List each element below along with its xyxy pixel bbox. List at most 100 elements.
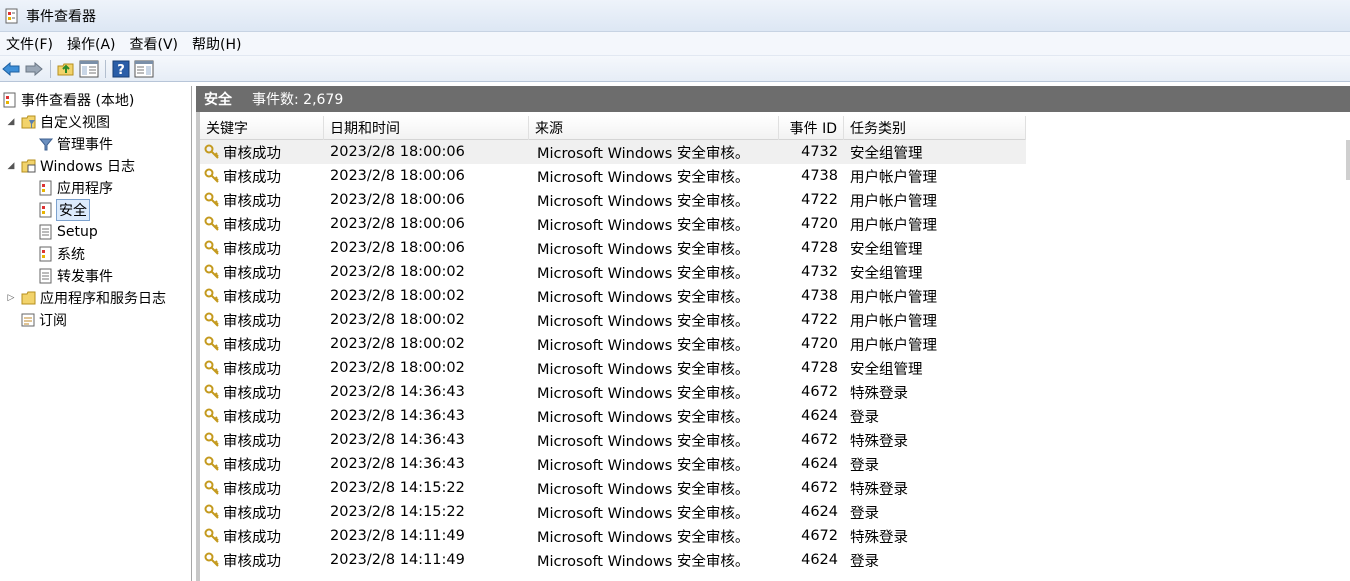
cell-datetime: 2023/2/8 18:00:06 bbox=[330, 216, 465, 232]
tree-item-security[interactable]: 安全 bbox=[38, 199, 90, 221]
tree-item-windows-logs[interactable]: ◢ Windows 日志 bbox=[6, 155, 135, 177]
table-row[interactable]: 审核成功 2023/2/8 14:36:43 Microsoft Windows 安… bbox=[200, 428, 1026, 452]
table-row[interactable]: 审核成功 2023/2/8 18:00:02 Microsoft Windows 安… bbox=[200, 308, 1026, 332]
key-icon bbox=[204, 360, 219, 375]
table-row[interactable]: 审核成功 2023/2/8 14:11:49 Microsoft Windows 安… bbox=[200, 524, 1026, 548]
collapsed-arrow-icon[interactable]: ▷ bbox=[6, 293, 16, 303]
table-row[interactable]: 审核成功 2023/2/8 18:00:06 Microsoft Windows 安… bbox=[200, 140, 1026, 164]
cell-task-category: 用户帐户管理 bbox=[850, 169, 937, 186]
menu-action[interactable]: 操作(A) bbox=[61, 34, 124, 54]
main-pane: 安全 事件数: 2,679 关键字 日期和时间 来源 事件 ID 任务类别 审核… bbox=[196, 86, 1350, 581]
table-row[interactable]: 审核成功 2023/2/8 18:00:06 Microsoft Windows 安… bbox=[200, 236, 1026, 260]
cell-datetime: 2023/2/8 18:00:06 bbox=[330, 144, 465, 160]
tree-item-label: 订阅 bbox=[39, 313, 67, 329]
cell-keywords: 审核成功 bbox=[200, 188, 324, 212]
table-row[interactable]: 审核成功 2023/2/8 18:00:06 Microsoft Windows 安… bbox=[200, 212, 1026, 236]
forward-button[interactable] bbox=[23, 58, 45, 80]
keyword-text: 审核成功 bbox=[223, 265, 281, 282]
cell-event-id: 4722 bbox=[801, 192, 838, 208]
event-count: 事件数: 2,679 bbox=[252, 92, 344, 108]
cell-datetime: 2023/2/8 18:00:02 bbox=[330, 360, 465, 376]
tree-item-root[interactable]: 事件查看器 (本地) bbox=[2, 89, 134, 111]
scrollbar[interactable] bbox=[1346, 140, 1350, 180]
table-row[interactable]: 审核成功 2023/2/8 14:36:43 Microsoft Windows 安… bbox=[200, 380, 1026, 404]
tree-item-application[interactable]: 应用程序 bbox=[38, 177, 113, 199]
tree-item-label: 自定义视图 bbox=[40, 115, 110, 131]
tree-item-forwarded-events[interactable]: 转发事件 bbox=[38, 265, 113, 287]
show-hide-tree-icon bbox=[79, 60, 99, 77]
cell-keywords: 审核成功 bbox=[200, 404, 324, 428]
cell-keywords: 审核成功 bbox=[200, 428, 324, 452]
cell-source: Microsoft Windows 安全审核。 bbox=[537, 385, 750, 402]
key-icon bbox=[204, 456, 219, 471]
table-row[interactable]: 审核成功 2023/2/8 14:36:43 Microsoft Windows 安… bbox=[200, 404, 1026, 428]
column-header-keywords[interactable]: 关键字 bbox=[200, 115, 324, 140]
keyword-text: 审核成功 bbox=[223, 361, 281, 378]
table-row[interactable]: 审核成功 2023/2/8 18:00:02 Microsoft Windows 安… bbox=[200, 356, 1026, 380]
table-row[interactable]: 审核成功 2023/2/8 14:15:22 Microsoft Windows 安… bbox=[200, 476, 1026, 500]
menu-help[interactable]: 帮助(H) bbox=[186, 34, 249, 54]
toolbar: ? bbox=[0, 56, 1350, 82]
cell-task-category: 登录 bbox=[850, 457, 879, 474]
column-header-datetime[interactable]: 日期和时间 bbox=[324, 115, 529, 140]
cell-datetime: 2023/2/8 18:00:02 bbox=[330, 264, 465, 280]
column-header-task-category[interactable]: 任务类别 bbox=[844, 115, 1026, 140]
cell-source: Microsoft Windows 安全审核。 bbox=[537, 241, 750, 258]
cell-keywords: 审核成功 bbox=[200, 476, 324, 500]
cell-task-category: 特殊登录 bbox=[850, 433, 908, 450]
show-hide-action-pane-button[interactable] bbox=[133, 58, 155, 80]
cell-datetime: 2023/2/8 14:15:22 bbox=[330, 480, 465, 496]
keyword-text: 审核成功 bbox=[223, 169, 281, 186]
up-level-button[interactable] bbox=[55, 58, 77, 80]
help-button[interactable]: ? bbox=[110, 58, 132, 80]
forward-arrow-icon bbox=[25, 61, 43, 76]
table-row[interactable]: 审核成功 2023/2/8 18:00:02 Microsoft Windows 安… bbox=[200, 260, 1026, 284]
key-icon bbox=[204, 216, 219, 231]
tree-item-app-service-logs[interactable]: ▷ 应用程序和服务日志 bbox=[6, 287, 166, 309]
back-button[interactable] bbox=[0, 58, 22, 80]
tree-item-custom-views[interactable]: ◢ 自定义视图 bbox=[6, 111, 110, 133]
folder-icon bbox=[21, 291, 36, 305]
table-row[interactable]: 审核成功 2023/2/8 18:00:06 Microsoft Windows 安… bbox=[200, 164, 1026, 188]
log-icon bbox=[39, 224, 52, 240]
tree-item-admin-events[interactable]: 管理事件 bbox=[38, 133, 113, 155]
cell-event-id: 4624 bbox=[801, 408, 838, 424]
table-row[interactable]: 审核成功 2023/2/8 18:00:02 Microsoft Windows 安… bbox=[200, 284, 1026, 308]
expanded-arrow-icon[interactable]: ◢ bbox=[6, 117, 16, 127]
table-row[interactable]: 审核成功 2023/2/8 18:00:02 Microsoft Windows 安… bbox=[200, 332, 1026, 356]
cell-event-id: 4624 bbox=[801, 456, 838, 472]
key-icon bbox=[204, 168, 219, 183]
key-icon bbox=[204, 312, 219, 327]
table-row[interactable]: 审核成功 2023/2/8 14:11:49 Microsoft Windows 安… bbox=[200, 548, 1026, 572]
tree-item-system[interactable]: 系统 bbox=[38, 243, 85, 265]
navigation-tree: 事件查看器 (本地) ◢ 自定义视图 管理事件 ◢ Windows 日志 应用程… bbox=[0, 86, 192, 581]
cell-event-id: 4720 bbox=[801, 336, 838, 352]
table-row[interactable]: 审核成功 2023/2/8 14:15:22 Microsoft Windows 安… bbox=[200, 500, 1026, 524]
column-header-event-id[interactable]: 事件 ID bbox=[779, 115, 844, 140]
cell-keywords: 审核成功 bbox=[200, 140, 324, 164]
key-icon bbox=[204, 384, 219, 399]
key-icon bbox=[204, 504, 219, 519]
keyword-text: 审核成功 bbox=[223, 481, 281, 498]
cell-event-id: 4720 bbox=[801, 216, 838, 232]
key-icon bbox=[204, 408, 219, 423]
menu-file[interactable]: 文件(F) bbox=[0, 34, 61, 54]
column-header-row: 关键字 日期和时间 来源 事件 ID 任务类别 bbox=[200, 115, 1026, 140]
cell-keywords: 审核成功 bbox=[200, 332, 324, 356]
menu-view[interactable]: 查看(V) bbox=[124, 34, 187, 54]
table-row[interactable]: 审核成功 2023/2/8 14:36:43 Microsoft Windows 安… bbox=[200, 452, 1026, 476]
expanded-arrow-icon[interactable]: ◢ bbox=[6, 161, 16, 171]
show-hide-tree-button[interactable] bbox=[78, 58, 100, 80]
cell-keywords: 审核成功 bbox=[200, 212, 324, 236]
tree-item-setup[interactable]: Setup bbox=[38, 221, 98, 243]
table-row[interactable]: 审核成功 2023/2/8 18:00:06 Microsoft Windows 安… bbox=[200, 188, 1026, 212]
keyword-text: 审核成功 bbox=[223, 313, 281, 330]
keyword-text: 审核成功 bbox=[223, 457, 281, 474]
tree-item-subscriptions[interactable]: 订阅 bbox=[20, 309, 67, 331]
cell-source: Microsoft Windows 安全审核。 bbox=[537, 289, 750, 306]
column-header-source[interactable]: 来源 bbox=[529, 115, 779, 140]
key-icon bbox=[204, 192, 219, 207]
cell-source: Microsoft Windows 安全审核。 bbox=[537, 313, 750, 330]
cell-task-category: 特殊登录 bbox=[850, 385, 908, 402]
cell-task-category: 特殊登录 bbox=[850, 529, 908, 546]
